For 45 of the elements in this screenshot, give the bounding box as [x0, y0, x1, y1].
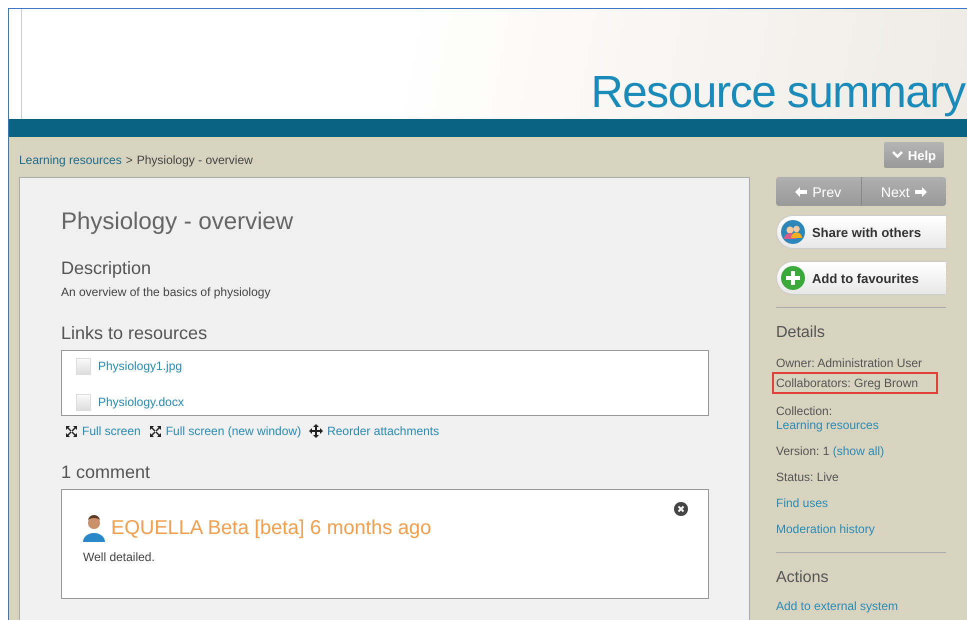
detail-link[interactable]: Learning resources [776, 418, 879, 432]
section-heading: Links to resources [61, 323, 208, 344]
comment-author[interactable]: EQUELLA Beta [beta] 6 months ago [111, 516, 432, 540]
favourite-button[interactable]: Add to favourites [776, 261, 946, 295]
attachment-link[interactable]: Physiology1.jpg [98, 359, 182, 373]
section-heading: Details [776, 324, 826, 342]
action-link[interactable]: Add to external system [776, 599, 898, 613]
share-button[interactable]: Share with others [776, 215, 946, 249]
detail-link[interactable]: Find uses [776, 496, 828, 510]
section-heading: Description [61, 258, 152, 279]
comment-text: Well detailed. [83, 550, 156, 564]
prev-button[interactable]: Prev [776, 177, 860, 206]
user-avatar-icon [83, 514, 105, 542]
description-text: An overview of the basics of physiology [61, 285, 272, 299]
breadcrumb-link[interactable]: Learning resources [19, 153, 122, 167]
breadcrumb-separator: > [126, 153, 133, 167]
attachment-link[interactable]: Physiology.docx [98, 395, 184, 409]
detail-label: Version: 1 [776, 444, 830, 458]
action-link[interactable]: Full screen (new window) [166, 424, 302, 438]
detail-link[interactable]: (show all) [832, 444, 884, 458]
chevron-down-icon [892, 151, 903, 159]
delete-icon[interactable] [674, 502, 688, 516]
file-icon [76, 394, 91, 410]
detail-label: Status: Live [776, 470, 839, 484]
arrow-left-icon [795, 186, 808, 196]
section-heading: Actions [776, 569, 830, 587]
move-arrows-icon [309, 424, 324, 438]
action-link[interactable]: Reorder attachments [327, 424, 440, 438]
breadcrumb-current: Physiology - overview [136, 153, 253, 167]
section-heading: 1 comment [61, 462, 152, 483]
help-button[interactable]: Help [884, 142, 944, 168]
fullscreen-icon [65, 424, 78, 438]
people-icon [780, 219, 806, 245]
fullscreen-icon [148, 424, 162, 438]
detail-label: Collection: [776, 404, 832, 418]
next-button[interactable]: Next [860, 177, 946, 206]
page-title: Resource summary [590, 69, 965, 114]
action-link[interactable]: Full screen [82, 424, 141, 438]
item-title: Physiology - overview [61, 208, 294, 236]
arrow-right-icon [914, 186, 927, 196]
detail-label: Collaborators: Greg Brown [776, 376, 918, 390]
plus-icon [780, 265, 806, 291]
detail-label: Owner: Administration User [776, 356, 922, 370]
detail-link[interactable]: Moderation history [776, 522, 875, 536]
file-icon [76, 358, 91, 374]
